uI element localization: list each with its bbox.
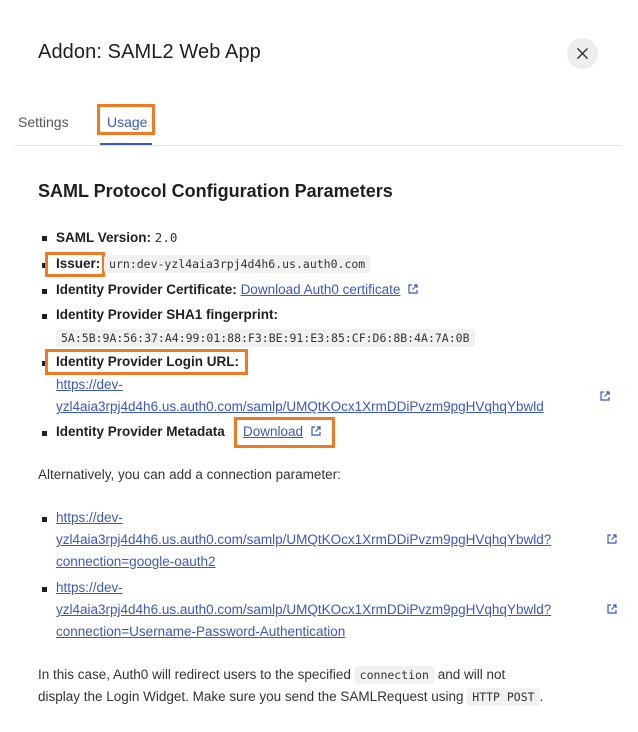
login-url-label: Identity Provider Login URL: (56, 354, 240, 369)
alt-link-1-part1[interactable]: https://dev- (56, 510, 123, 525)
issuer-label: Issuer: (56, 256, 101, 271)
bullet (42, 289, 47, 294)
login-url-line2-row: yzl4aia3rpj4d4h6.us.auth0.com/samlp/UMQt… (56, 399, 544, 414)
external-link-icon (607, 604, 617, 614)
footer-note: In this case, Auth0 will redirect users … (38, 664, 618, 708)
alt-link-1-line1-row: https://dev- (56, 510, 123, 525)
fingerprint-value: 5A:5B:9A:56:37:A4:99:01:88:F3:BE:91:E3:8… (56, 329, 475, 347)
alt-link-2-line3-row: connection=Username-Password-Authenticat… (56, 624, 345, 639)
external-link-icon (408, 284, 418, 294)
certificate-label: Identity Provider Certificate: (56, 282, 237, 297)
login-url-link-part2[interactable]: yzl4aia3rpj4d4h6.us.auth0.com/samlp/UMQt… (56, 399, 544, 414)
alt-link-2-line1-row: https://dev- (56, 580, 123, 595)
metadata-link-row: Download (243, 424, 322, 439)
close-icon (577, 48, 588, 59)
metadata-download-link[interactable]: Download (243, 424, 303, 439)
login-url-link-part1[interactable]: https://dev- (56, 377, 123, 392)
metadata-label: Identity Provider Metadata (56, 424, 225, 439)
bullet (42, 314, 47, 319)
footer-note-part4: . (539, 689, 544, 704)
footer-note-part3: display the Login Widget. Make sure you … (38, 689, 464, 704)
active-tab-indicator (100, 143, 152, 145)
login-url-line1-row: https://dev- (56, 377, 123, 392)
alt-link-2-part3[interactable]: connection=Username-Password-Authenticat… (56, 624, 345, 639)
fingerprint-row: Identity Provider SHA1 fingerprint: (56, 307, 278, 322)
alternative-intro: Alternatively, you can add a connection … (38, 467, 341, 482)
alt-link-1-line3-row: connection=google-oauth2 (56, 554, 216, 569)
alt-link-1-line2-row: yzl4aia3rpj4d4h6.us.auth0.com/samlp/UMQt… (56, 532, 551, 547)
saml-version-value: 2.0 (154, 230, 178, 245)
bullet (42, 431, 47, 436)
modal-title: Addon: SAML2 Web App (38, 41, 261, 63)
bullet (42, 517, 47, 522)
close-button[interactable] (567, 38, 598, 69)
addon-modal: Addon: SAML2 Web App Settings Usage SAML… (0, 0, 638, 732)
login-url-row: Identity Provider Login URL: (56, 354, 239, 369)
tab-usage[interactable]: Usage (107, 114, 147, 130)
download-certificate-link[interactable]: Download Auth0 certificate (241, 282, 401, 297)
bullet (42, 236, 47, 241)
saml-version-label: SAML Version: (56, 230, 152, 245)
tab-settings[interactable]: Settings (18, 114, 69, 130)
issuer-row: Issuer: urn:dev-yzl4aia3rpj4d4h6.us.auth… (56, 255, 371, 273)
certificate-row: Identity Provider Certificate: Download … (56, 282, 419, 297)
external-link-icon (607, 534, 617, 544)
issuer-value: urn:dev-yzl4aia3rpj4d4h6.us.auth0.com (104, 255, 371, 273)
alt-link-2-line2-row: yzl4aia3rpj4d4h6.us.auth0.com/samlp/UMQt… (56, 602, 551, 617)
alt-link-1-part3[interactable]: connection=google-oauth2 (56, 554, 216, 569)
external-link-icon (600, 391, 610, 401)
http-post-code: HTTP POST (467, 688, 540, 706)
external-link-icon (311, 426, 321, 436)
tab-bar: Settings Usage (14, 104, 622, 146)
connection-code: connection (354, 666, 434, 684)
fingerprint-label: Identity Provider SHA1 fingerprint: (56, 307, 279, 322)
bullet (42, 587, 47, 592)
section-title: SAML Protocol Configuration Parameters (38, 181, 393, 201)
footer-note-part1: In this case, Auth0 will redirect users … (38, 667, 351, 682)
saml-version-row: SAML Version: 2.0 (56, 230, 177, 245)
metadata-row: Identity Provider Metadata (56, 424, 225, 439)
footer-note-part2: and will not (437, 667, 506, 682)
alt-link-2-part2[interactable]: yzl4aia3rpj4d4h6.us.auth0.com/samlp/UMQt… (56, 602, 551, 617)
alt-link-1-part2[interactable]: yzl4aia3rpj4d4h6.us.auth0.com/samlp/UMQt… (56, 532, 551, 547)
alt-link-2-part1[interactable]: https://dev- (56, 580, 123, 595)
fingerprint-value-row: 5A:5B:9A:56:37:A4:99:01:88:F3:BE:91:E3:8… (56, 329, 475, 347)
